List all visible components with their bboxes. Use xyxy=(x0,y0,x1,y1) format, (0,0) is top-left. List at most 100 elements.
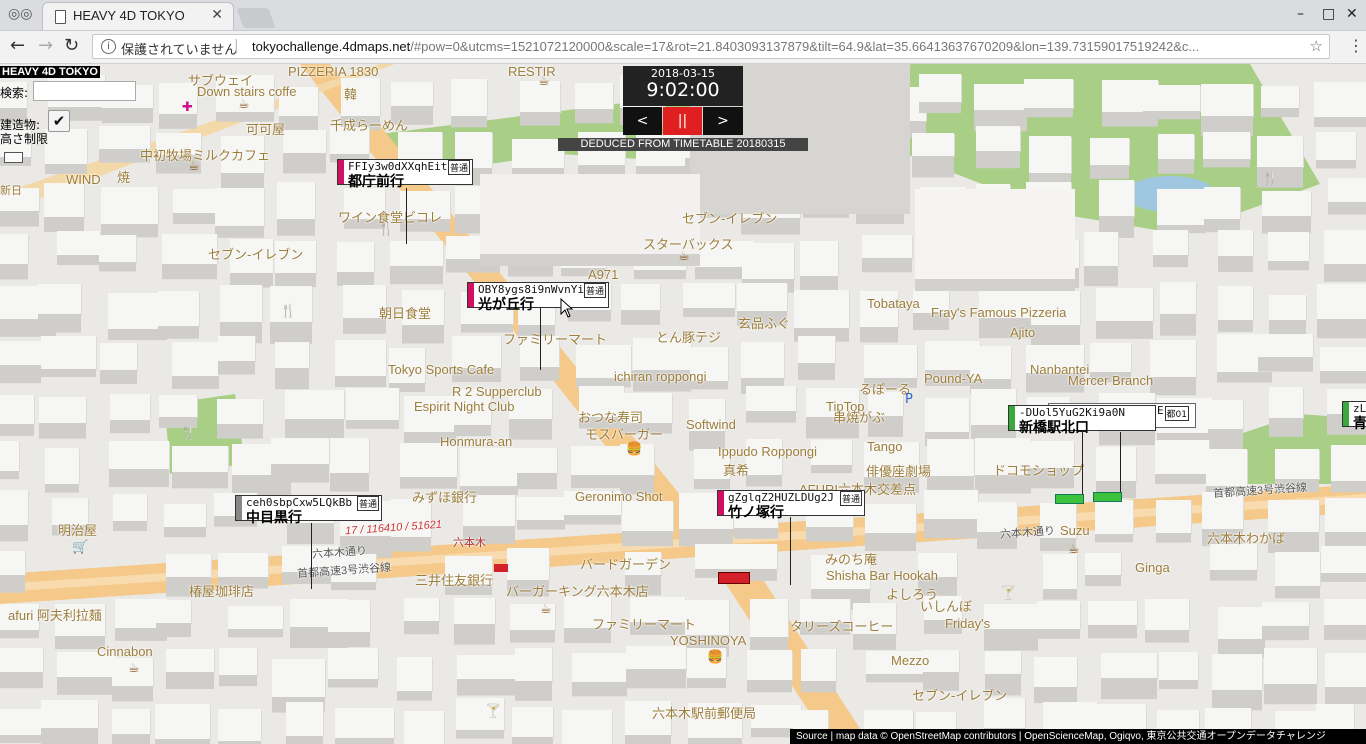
time-next-button[interactable]: > xyxy=(703,107,743,135)
train-label[interactable]: gZglqZ2HUZLDUg2J 普通 竹ノ塚行 xyxy=(717,490,865,521)
cafe-icon[interactable]: ☕ xyxy=(538,74,550,89)
cafe-icon[interactable]: ☕ xyxy=(128,661,140,676)
poi-label[interactable]: 明治屋 xyxy=(58,520,97,539)
poi-label[interactable]: みずほ銀行 xyxy=(412,487,477,506)
poi-label[interactable]: セブン-イレブン xyxy=(912,685,1007,704)
poi-label[interactable]: Tobataya xyxy=(867,296,920,311)
poi-label[interactable]: みのち庵 xyxy=(825,549,877,568)
cafe-icon[interactable]: ☕ xyxy=(1068,542,1080,557)
poi-label[interactable]: ファミリーマート xyxy=(592,614,696,633)
poi-label[interactable]: Shisha Bar Hookah xyxy=(826,568,938,583)
poi-label[interactable]: セブン-イレブン xyxy=(208,244,303,263)
cafe-icon[interactable]: ☕ xyxy=(238,97,250,112)
train-marker[interactable] xyxy=(494,564,508,572)
poi-label[interactable]: 焼 xyxy=(117,167,130,186)
poi-label[interactable]: YOSHINOYA xyxy=(670,633,746,648)
poi-label[interactable]: バーガーキング六本木店 xyxy=(506,581,649,600)
poi-label[interactable]: ファミリーマート xyxy=(503,329,607,348)
bus-marker[interactable] xyxy=(1055,494,1084,504)
poi-label[interactable]: 可可屋 xyxy=(246,119,285,138)
bus-label[interactable]: zL 青 xyxy=(1342,401,1366,432)
poi-label[interactable]: 椿屋珈琲店 xyxy=(189,581,254,600)
back-icon[interactable]: ← xyxy=(10,37,25,55)
poi-label[interactable]: Suzu xyxy=(1060,523,1090,538)
forward-icon[interactable]: → xyxy=(38,37,53,55)
cafe-icon[interactable]: ☕ xyxy=(540,602,552,617)
poi-label[interactable]: 俳優座劇場 xyxy=(866,461,931,480)
poi-label[interactable]: A971 xyxy=(588,267,618,282)
bar-icon[interactable]: 🍸 xyxy=(1000,586,1016,601)
map-attribution[interactable]: Source | map data © OpenStreetMap contri… xyxy=(790,729,1366,744)
restaurant-icon[interactable]: 🍴 xyxy=(180,426,196,441)
window-close-icon[interactable]: ✕ xyxy=(1346,6,1358,22)
bus-label[interactable]: -DUol5YuG2Ki9a0N 都01 新橋駅北口 xyxy=(1008,405,1189,436)
fastfood-icon[interactable]: 🍔 xyxy=(707,650,723,665)
bus-marker[interactable] xyxy=(1093,492,1122,502)
poi-label[interactable]: ドコモショップ xyxy=(993,460,1084,479)
poi-label[interactable]: Geronimo Shot xyxy=(575,489,662,504)
poi-label[interactable]: 朝日食堂 xyxy=(379,303,431,322)
poi-label[interactable]: Cinnabon xyxy=(97,644,153,659)
poi-label[interactable]: 韓 xyxy=(344,84,357,103)
time-prev-button[interactable]: < xyxy=(623,107,662,135)
poi-label[interactable]: タリーズコーヒー xyxy=(790,616,893,635)
poi-label[interactable]: Tango xyxy=(867,439,902,454)
bar-icon[interactable]: 🍸 xyxy=(485,704,501,719)
shop-icon[interactable]: 🛒 xyxy=(72,540,88,555)
poi-label[interactable]: Espirit Night Club xyxy=(414,399,514,414)
poi-label[interactable]: 六本木わかば xyxy=(1207,528,1285,547)
parking-icon[interactable]: P xyxy=(905,392,913,407)
address-bar[interactable]: i 保護されていません | tokyochallenge.4dmaps.net/… xyxy=(92,34,1330,59)
poi-label[interactable]: 玄品ふぐ xyxy=(738,313,790,332)
search-input[interactable] xyxy=(33,81,136,101)
poi-label[interactable]: モスバーガー xyxy=(585,424,663,443)
poi-label[interactable]: Ippudo Roppongi xyxy=(718,444,817,459)
poi-label[interactable]: バードガーデン xyxy=(580,554,671,573)
poi-label[interactable]: Pound-YA xyxy=(924,371,982,386)
poi-label[interactable]: 六本木駅前郵便局 xyxy=(652,703,756,722)
train-label[interactable]: ceh0sbpCxw5LQkBb 普通 中目黒行 xyxy=(235,495,382,526)
poi-label[interactable]: 串焼がぶ xyxy=(833,407,885,426)
poi-label[interactable]: 千成らーめん xyxy=(330,115,408,134)
poi-label[interactable]: Fray's Famous Pizzeria xyxy=(931,305,1066,320)
building-height-checkbox[interactable]: ✔ xyxy=(48,110,70,132)
fastfood-icon[interactable]: 🍔 xyxy=(626,442,642,457)
poi-label[interactable]: とん豚テジ xyxy=(656,327,721,346)
maximize-icon[interactable]: □ xyxy=(1322,6,1335,22)
reload-icon[interactable]: ↻ xyxy=(64,37,79,55)
new-tab-button[interactable] xyxy=(236,8,276,28)
poi-label[interactable]: 真希 xyxy=(723,460,749,479)
restaurant-icon[interactable]: 🍴 xyxy=(378,222,394,237)
info-icon[interactable]: i xyxy=(101,39,116,54)
restaurant-icon[interactable]: 🍴 xyxy=(280,304,296,319)
time-pause-button[interactable]: || xyxy=(663,107,702,135)
restaurant-icon[interactable]: 🍴 xyxy=(1262,172,1278,187)
hospital-icon[interactable]: ✚ xyxy=(182,100,193,115)
poi-label[interactable]: Ajito xyxy=(1010,325,1035,340)
train-label[interactable]: OBY8ygs8i9nWvnYi 普通 光が丘行 xyxy=(467,282,609,313)
train-label[interactable]: FFIy3w0dXXqhEitJ 普通 都庁前行 xyxy=(337,159,473,190)
cafe-icon[interactable]: ☕ xyxy=(188,159,200,174)
poi-label[interactable]: afuri 阿夫利拉麺 xyxy=(8,605,102,624)
tab-close-icon[interactable]: ✕ xyxy=(211,7,223,23)
poi-label[interactable]: R 2 Supperclub xyxy=(452,384,542,399)
poi-label[interactable]: Mercer Branch xyxy=(1068,373,1153,388)
poi-label[interactable]: ichiran roppongi xyxy=(614,369,707,384)
poi-label[interactable]: Softwind xyxy=(686,417,736,432)
browser-menu-icon[interactable]: ⋮ xyxy=(1348,36,1364,55)
poi-label[interactable]: Mezzo xyxy=(891,653,929,668)
user-profile-icon[interactable]: ◎◎ xyxy=(8,6,32,22)
poi-label[interactable]: Honmura-an xyxy=(440,434,512,449)
cafe-icon[interactable]: ☕ xyxy=(678,249,690,264)
poi-label[interactable]: Ginga xyxy=(1135,560,1170,575)
bookmark-star-icon[interactable]: ☆ xyxy=(1310,37,1323,55)
poi-label[interactable]: 三井住友銀行 xyxy=(415,570,493,589)
url-text[interactable]: tokyochallenge.4dmaps.net/#pow=0&utcms=1… xyxy=(252,39,1297,54)
browser-tab[interactable]: HEAVY 4D TOKYO ✕ xyxy=(42,2,234,30)
menu-toggle-button[interactable] xyxy=(4,152,23,163)
poi-label[interactable]: いしんぼ xyxy=(920,596,972,615)
train-marker[interactable] xyxy=(718,572,750,584)
poi-label[interactable]: PIZZERIA 1830 xyxy=(288,64,378,79)
poi-label[interactable]: セブン-イレブン xyxy=(682,208,777,227)
poi-label[interactable]: Tokyo Sports Cafe xyxy=(388,362,494,377)
